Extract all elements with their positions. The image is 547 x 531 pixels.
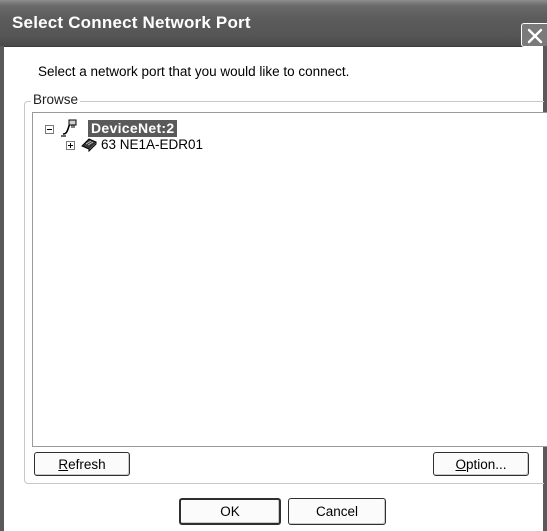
title-bar[interactable]: Select Connect Network Port bbox=[0, 0, 547, 47]
refresh-mnemonic: R bbox=[58, 456, 69, 472]
browse-group-label: Browse bbox=[31, 92, 81, 107]
ok-button[interactable]: OK bbox=[179, 498, 281, 525]
tree-node-label-device[interactable]: 63 NE1A-EDR01 bbox=[101, 136, 203, 153]
device-icon bbox=[80, 136, 98, 155]
window-frame-left bbox=[0, 46, 4, 531]
dialog-window: Select Connect Network Port Select a net… bbox=[0, 0, 547, 531]
option-button[interactable]: Option... bbox=[433, 452, 529, 476]
prompt-text: Select a network port that you would lik… bbox=[38, 64, 350, 79]
refresh-label: efresh bbox=[68, 456, 106, 472]
collapse-toggle-icon[interactable] bbox=[45, 125, 54, 134]
window-title: Select Connect Network Port bbox=[12, 13, 251, 32]
close-icon bbox=[527, 28, 543, 44]
network-tree[interactable]: DeviceNet:2 63 NE1A-EDR01 bbox=[32, 112, 547, 447]
tree-node-device[interactable]: 63 NE1A-EDR01 bbox=[33, 135, 253, 155]
close-button[interactable] bbox=[521, 23, 547, 47]
cancel-button[interactable]: Cancel bbox=[288, 498, 386, 525]
option-label: ption... bbox=[465, 456, 507, 472]
option-mnemonic: O bbox=[455, 456, 466, 472]
tree-node-devicenet[interactable]: DeviceNet:2 bbox=[33, 113, 233, 137]
refresh-button[interactable]: Refresh bbox=[34, 452, 130, 476]
expand-toggle-icon[interactable] bbox=[66, 141, 75, 150]
